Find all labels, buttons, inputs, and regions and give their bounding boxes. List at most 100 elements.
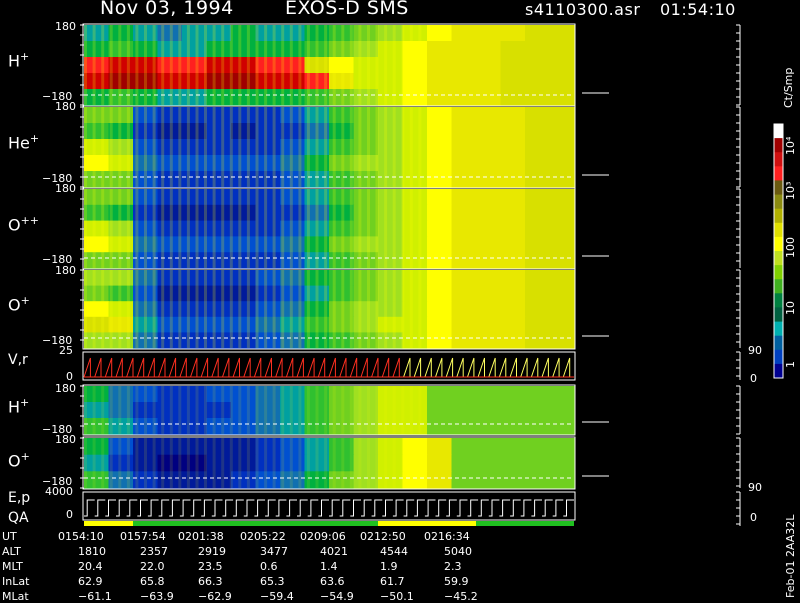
heatmap-cell xyxy=(255,332,281,349)
heatmap-stripe xyxy=(195,270,199,348)
heatmap-stripe xyxy=(195,25,199,105)
heatmap-stripe xyxy=(349,107,353,187)
heatmap-cell xyxy=(353,57,379,74)
heatmap-cell xyxy=(549,418,575,435)
heatmap-stripe xyxy=(306,270,310,348)
heatmap-cell xyxy=(427,57,453,74)
heatmap-cell xyxy=(500,204,526,222)
heatmap-cell xyxy=(353,301,379,318)
heatmap-cell xyxy=(378,155,404,172)
heatmap-stripe xyxy=(221,386,225,434)
heatmap-stripe xyxy=(92,386,96,434)
heatmap-cell xyxy=(549,204,575,222)
ep-trace xyxy=(467,499,479,517)
heatmap-cell xyxy=(206,236,232,253)
heatmap-stripe xyxy=(332,270,336,348)
heatmap-cell xyxy=(500,332,526,349)
heatmap-cell xyxy=(549,402,575,419)
heatmap-cell xyxy=(255,57,281,74)
heatmap-stripe xyxy=(246,189,250,268)
heatmap-cell xyxy=(549,139,575,156)
heatmap-cell xyxy=(182,220,208,237)
heatmap-stripe xyxy=(186,25,190,105)
colorbar-segment xyxy=(774,152,783,167)
heatmap-stripe xyxy=(418,189,422,268)
heatmap-cell xyxy=(402,171,428,188)
colorbar-segment xyxy=(774,251,783,266)
heatmap-cell xyxy=(378,332,404,349)
heatmap-cell xyxy=(206,471,232,489)
heatmap-cell xyxy=(549,236,575,253)
colorbar-segment xyxy=(774,265,783,280)
heatmap-cell xyxy=(500,25,526,42)
ep-trace xyxy=(446,499,457,517)
heatmap-stripe xyxy=(384,386,388,434)
heatmap-stripe xyxy=(341,189,345,268)
heatmap-stripe xyxy=(161,25,165,105)
ep-trace xyxy=(286,499,297,517)
heatmap-cell xyxy=(549,471,575,489)
heatmap-stripe xyxy=(281,270,285,348)
heatmap-stripe xyxy=(204,25,207,105)
heatmap-stripe xyxy=(315,270,319,348)
heatmap-cell xyxy=(231,89,257,106)
vr-trace xyxy=(403,357,411,378)
heatmap-stripe xyxy=(212,189,216,268)
heatmap-stripe xyxy=(246,25,250,105)
heatmap-stripe xyxy=(135,25,139,105)
heatmap-cell xyxy=(84,57,110,74)
heatmap-cell xyxy=(500,438,526,456)
ep-trace xyxy=(105,499,116,517)
heatmap-cell xyxy=(206,89,232,106)
heatmap-cell xyxy=(255,107,281,124)
heatmap-stripe xyxy=(341,270,345,348)
heatmap-cell xyxy=(353,471,379,489)
heatmap-cell xyxy=(378,418,404,435)
ep-trace xyxy=(542,499,553,517)
heatmap-cell xyxy=(402,418,428,435)
heatmap-cell xyxy=(84,332,110,349)
heatmap-cell xyxy=(84,123,110,140)
ep-trace xyxy=(361,499,372,517)
heatmap-cell xyxy=(353,402,379,419)
vr-trace xyxy=(328,357,336,378)
heatmap-stripe xyxy=(324,270,328,348)
ep-trace xyxy=(307,499,319,517)
heatmap-stripe xyxy=(281,189,285,268)
ep-trace xyxy=(222,499,234,517)
vr-trace xyxy=(467,357,475,378)
heatmap-cell xyxy=(427,402,453,419)
heatmap-cell xyxy=(182,139,208,156)
heatmap-cell xyxy=(255,252,281,269)
heatmap-cell xyxy=(255,454,281,472)
heatmap-stripe xyxy=(272,438,276,488)
heatmap-cell xyxy=(84,402,110,419)
heatmap-stripe xyxy=(289,270,293,348)
heatmap-cell xyxy=(476,171,502,188)
vr-trace xyxy=(264,357,272,378)
heatmap-cell xyxy=(255,438,281,456)
heatmap-cell xyxy=(525,73,551,90)
heatmap-stripe xyxy=(92,270,96,348)
heatmap-stripe xyxy=(221,270,225,348)
heatmap-cell xyxy=(231,171,257,188)
heatmap-cell xyxy=(525,301,551,318)
heatmap-stripe xyxy=(195,189,199,268)
ep-trace xyxy=(435,499,447,517)
heatmap-cell xyxy=(427,386,453,403)
heatmap-stripe xyxy=(392,107,396,187)
heatmap-cell xyxy=(402,252,428,269)
heatmap-cell xyxy=(182,107,208,124)
heatmap-cell xyxy=(353,73,379,90)
heatmap-cell xyxy=(525,25,551,42)
vr-trace xyxy=(392,357,400,378)
qa-bar-segment xyxy=(378,521,476,526)
heatmap-cell xyxy=(206,41,232,58)
heatmap-stripe xyxy=(418,386,422,434)
heatmap-stripe xyxy=(298,25,302,105)
heatmap-cell xyxy=(84,471,110,489)
heatmap-cell xyxy=(451,402,477,419)
colorbar-segment xyxy=(774,166,783,181)
spectrogram-chart xyxy=(80,23,784,526)
heatmap-cell xyxy=(451,454,477,472)
